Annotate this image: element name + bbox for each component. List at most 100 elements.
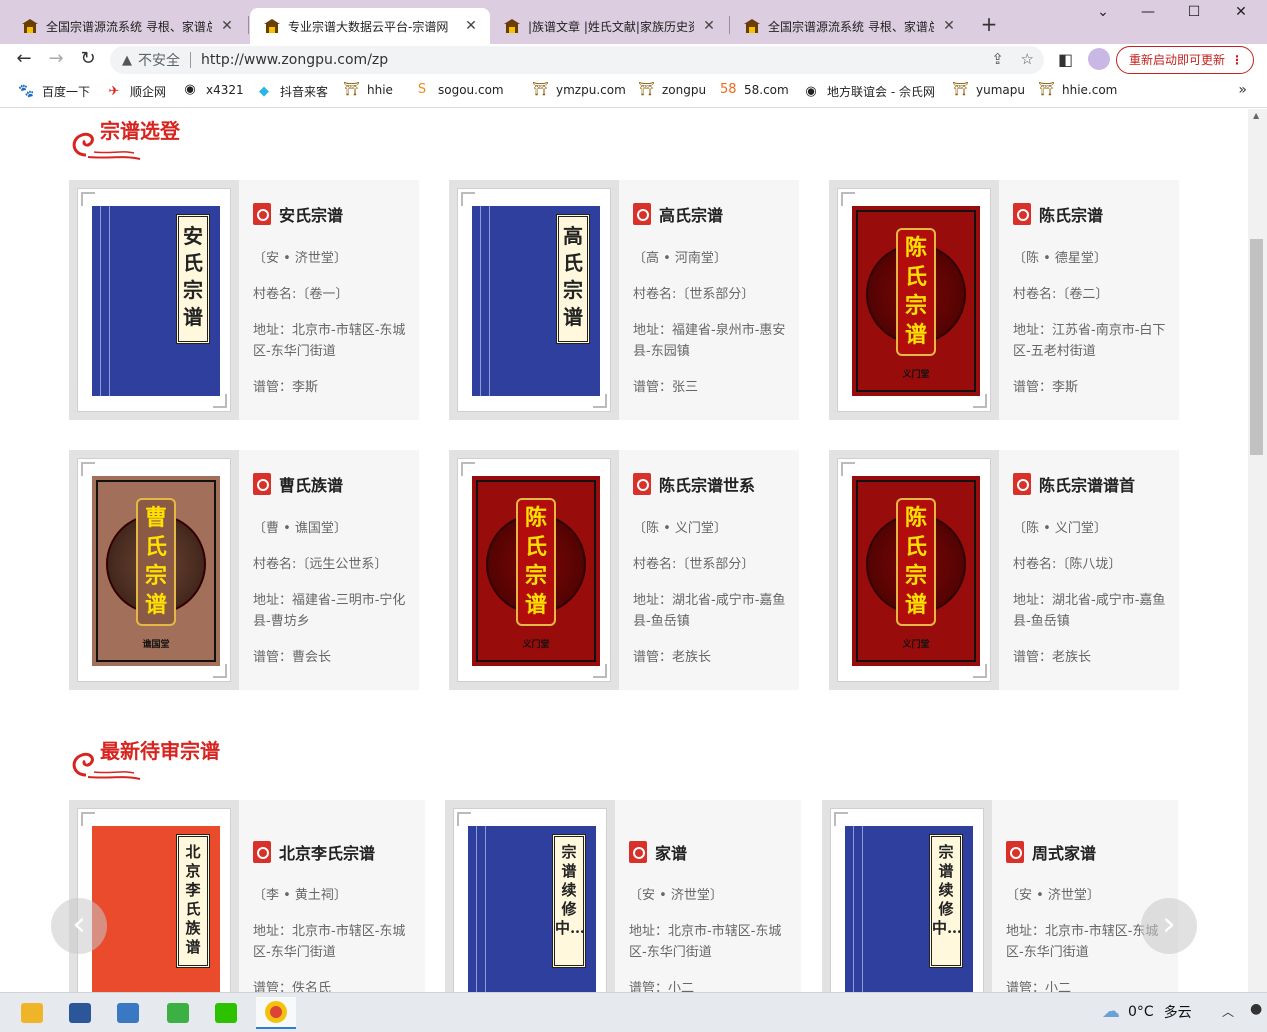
card-title-link[interactable]: 周式家谱 <box>1006 840 1096 864</box>
tray-expand-icon[interactable]: ︿ <box>1222 1003 1234 1020</box>
genealogy-card[interactable]: 曹氏宗谱 谯国堂 曹氏族谱 〔曹 • 谯国堂〕 村卷名:〔远生公世系〕 地址：福建省-三明… <box>69 450 419 690</box>
tab-strip: 全国宗谱源流系统 寻根、家谱总 ✕ 专业宗谱大数据云平台-宗谱网 ✕ |族谱文章… <box>0 0 1267 44</box>
taskbar-app-chrome[interactable] <box>256 997 296 1029</box>
cover-title-label: 高氏宗谱 <box>556 214 590 344</box>
maximize-icon[interactable]: ☐ <box>1179 4 1209 20</box>
douyin-icon: ◆ <box>259 83 269 99</box>
bookmark-item[interactable]: ⛩ hhie <box>343 83 393 98</box>
taskbar-app-file-explorer[interactable] <box>12 997 52 1029</box>
book-cover[interactable]: 陈氏宗谱 义门堂 <box>829 450 999 690</box>
zongpu-temple-icon: ⛩ <box>532 82 549 97</box>
bookmark-item[interactable]: ⛩ hhie.com <box>1038 83 1117 98</box>
tab-2[interactable]: 专业宗谱大数据云平台-宗谱网 ✕ <box>250 8 490 44</box>
genealogy-card[interactable]: 陈氏宗谱 义门堂 陈氏宗谱世系 〔陈 • 义门堂〕 村卷名:〔世系部分〕 地址：湖北省-咸… <box>449 450 799 690</box>
menu-dots-icon[interactable]: ⋮ <box>1231 47 1243 73</box>
bookmark-item[interactable]: ⛩ zongpu <box>638 83 706 98</box>
taskbar-app-browser-360[interactable] <box>158 997 198 1029</box>
card-manager: 谱管：张三 <box>633 380 699 395</box>
card-title-link[interactable]: 安氏宗谱 <box>253 202 343 226</box>
back-arrow-icon[interactable]: ← <box>12 48 36 72</box>
card-title-link[interactable]: 陈氏宗谱谱首 <box>1013 472 1135 496</box>
tab-3[interactable]: |族谱文章 |姓氏文献|家族历史资料 ✕ <box>490 8 728 44</box>
new-tab-button[interactable]: + <box>978 12 1000 36</box>
book-cover[interactable]: 安氏宗谱 <box>69 180 239 420</box>
reload-icon[interactable]: ↻ <box>76 48 100 72</box>
close-icon[interactable]: ✕ <box>940 18 958 34</box>
relaunch-label: 重新启动即可更新 <box>1129 53 1226 67</box>
close-icon[interactable]: ✕ <box>218 18 236 34</box>
book-cover[interactable]: 陈氏宗谱 义门堂 <box>829 180 999 420</box>
section-heading: 最新待审宗谱 <box>100 739 220 763</box>
book-cover-art: 宗谱续修中… <box>468 826 596 992</box>
card-manager: 谱管：老族长 <box>1013 650 1092 665</box>
book-cover[interactable]: 曹氏宗谱 谯国堂 <box>69 450 239 690</box>
bookmark-star-icon[interactable]: ☆ <box>1021 50 1034 68</box>
forward-arrow-icon[interactable]: → <box>44 48 68 72</box>
genealogy-card[interactable]: 陈氏宗谱 义门堂 陈氏宗谱谱首 〔陈 • 义门堂〕 村卷名:〔陈八垅〕 地址：湖北省-咸宁… <box>829 450 1179 690</box>
bookmark-item[interactable]: ◆ 抖音来客 <box>256 83 328 100</box>
genealogy-card[interactable]: 安氏宗谱 安氏宗谱 〔安 • 济世堂〕 村卷名:〔卷一〕 地址：北京市-市辖区-东城区-… <box>69 180 419 420</box>
card-title-link[interactable]: 高氏宗谱 <box>633 202 723 226</box>
card-title-link[interactable]: 家谱 <box>629 840 687 864</box>
minimize-icon[interactable]: — <box>1133 4 1163 20</box>
book-cover[interactable]: 陈氏宗谱 义门堂 <box>449 450 619 690</box>
zongpu-temple-icon <box>22 19 38 33</box>
profile-avatar[interactable] <box>1088 48 1110 70</box>
bookmark-item[interactable]: ◉ x4321 <box>182 83 243 98</box>
genealogy-card[interactable]: 高氏宗谱 高氏宗谱 〔高 • 河南堂〕 村卷名:〔世系部分〕 地址：福建省-泉州市-惠安… <box>449 180 799 420</box>
carousel-next-button[interactable]: › <box>1141 898 1197 954</box>
window-close-icon[interactable]: ✕ <box>1226 4 1256 20</box>
cover-frame: 高氏宗谱 <box>457 188 611 412</box>
taskbar-app-word[interactable] <box>60 997 100 1029</box>
word-icon <box>69 1003 91 1023</box>
url-text[interactable]: http://www.zongpu.com/zp <box>201 52 388 68</box>
carousel-prev-button[interactable]: ‹ <box>51 898 107 954</box>
share-icon[interactable]: ⇪ <box>991 50 1004 68</box>
card-title-link[interactable]: 陈氏宗谱世系 <box>633 472 755 496</box>
pdf-icon <box>1013 203 1031 225</box>
tab-1[interactable]: 全国宗谱源流系统 寻根、家谱总 ✕ <box>8 8 246 44</box>
book-cover[interactable]: 宗谱续修中… <box>445 800 615 992</box>
bookmark-item[interactable]: ◉ 地方联谊会 - 佘氏网 <box>803 83 935 100</box>
bookmark-item[interactable]: ⛩ yumapu <box>952 83 1025 98</box>
bookmark-item[interactable]: ⛩ ymzpu.com <box>532 82 626 98</box>
close-icon[interactable]: ✕ <box>462 18 480 34</box>
cover-frame: 陈氏宗谱 义门堂 <box>837 458 991 682</box>
card-title-link[interactable]: 北京李氏宗谱 <box>253 840 375 864</box>
tab-4[interactable]: 全国宗谱源流系统 寻根、家谱总 ✕ <box>730 8 968 44</box>
scroll-thumb[interactable] <box>1250 239 1263 455</box>
scroll-up-icon[interactable]: ▲ <box>1253 111 1259 120</box>
side-panel-icon[interactable]: ◧ <box>1058 50 1073 69</box>
genealogy-card[interactable]: 陈氏宗谱 义门堂 陈氏宗谱 〔陈 • 德星堂〕 村卷名:〔卷二〕 地址：江苏省-南京市-白… <box>829 180 1179 420</box>
taskbar-app-control-panel[interactable] <box>108 997 148 1029</box>
card-title-link[interactable]: 曹氏族谱 <box>253 472 343 496</box>
weather-widget[interactable]: ☁ 0°C 多云 <box>1102 1001 1192 1022</box>
book-cover[interactable]: 宗谱续修中… <box>822 800 992 992</box>
bookmark-item[interactable]: 🐾 百度一下 <box>18 83 90 100</box>
genealogy-card[interactable]: 宗谱续修中… 周式家谱 〔安 • 济世堂〕 地址：北京市-市辖区-东城区-东华门街道谱… <box>822 800 1178 992</box>
bookmark-item[interactable]: 58 58.com <box>720 83 789 98</box>
cover-title-label: 安氏宗谱 <box>176 214 210 344</box>
weather-condition: 多云 <box>1163 1004 1192 1021</box>
tab-search-chevron-icon[interactable]: ⌄ <box>1088 4 1118 20</box>
genealogy-card[interactable]: 北京李氏族谱 北京李氏宗谱 〔李 • 黄土祠〕 地址：北京市-市辖区-东城区-东华门街… <box>69 800 425 992</box>
book-cover[interactable]: 北京李氏族谱 <box>69 800 239 992</box>
cover-hall-name: 谯国堂 <box>142 640 170 650</box>
security-status[interactable]: 不安全 <box>138 50 180 70</box>
page-scrollbar[interactable]: ▲ <box>1248 109 1267 992</box>
qq-tray-icon[interactable]: ● <box>1250 1001 1262 1017</box>
relaunch-update-button[interactable]: 重新启动即可更新 ⋮ <box>1116 46 1254 74</box>
taskbar-app-wechat[interactable] <box>206 997 246 1029</box>
warning-triangle-icon[interactable]: ▲ <box>122 53 132 68</box>
close-icon[interactable]: ✕ <box>700 18 718 34</box>
card-title-link[interactable]: 陈氏宗谱 <box>1013 202 1103 226</box>
card-title: 曹氏族谱 <box>279 476 344 495</box>
address-bar[interactable]: ▲ 不安全 http://www.zongpu.com/zp ⇪ ☆ <box>110 46 1044 74</box>
bookmark-label: hhie <box>367 83 393 97</box>
bookmarks-more-icon[interactable]: » <box>1238 82 1247 98</box>
genealogy-card[interactable]: 宗谱续修中… 家谱 〔安 • 济世堂〕 地址：北京市-市辖区-东城区-东华门街道 谱管：… <box>445 800 801 992</box>
control-panel-icon <box>117 1003 139 1023</box>
bookmark-item[interactable]: ✈ 顺企网 <box>106 83 166 100</box>
book-cover[interactable]: 高氏宗谱 <box>449 180 619 420</box>
bookmark-item[interactable]: Ssogou.com <box>414 83 504 98</box>
